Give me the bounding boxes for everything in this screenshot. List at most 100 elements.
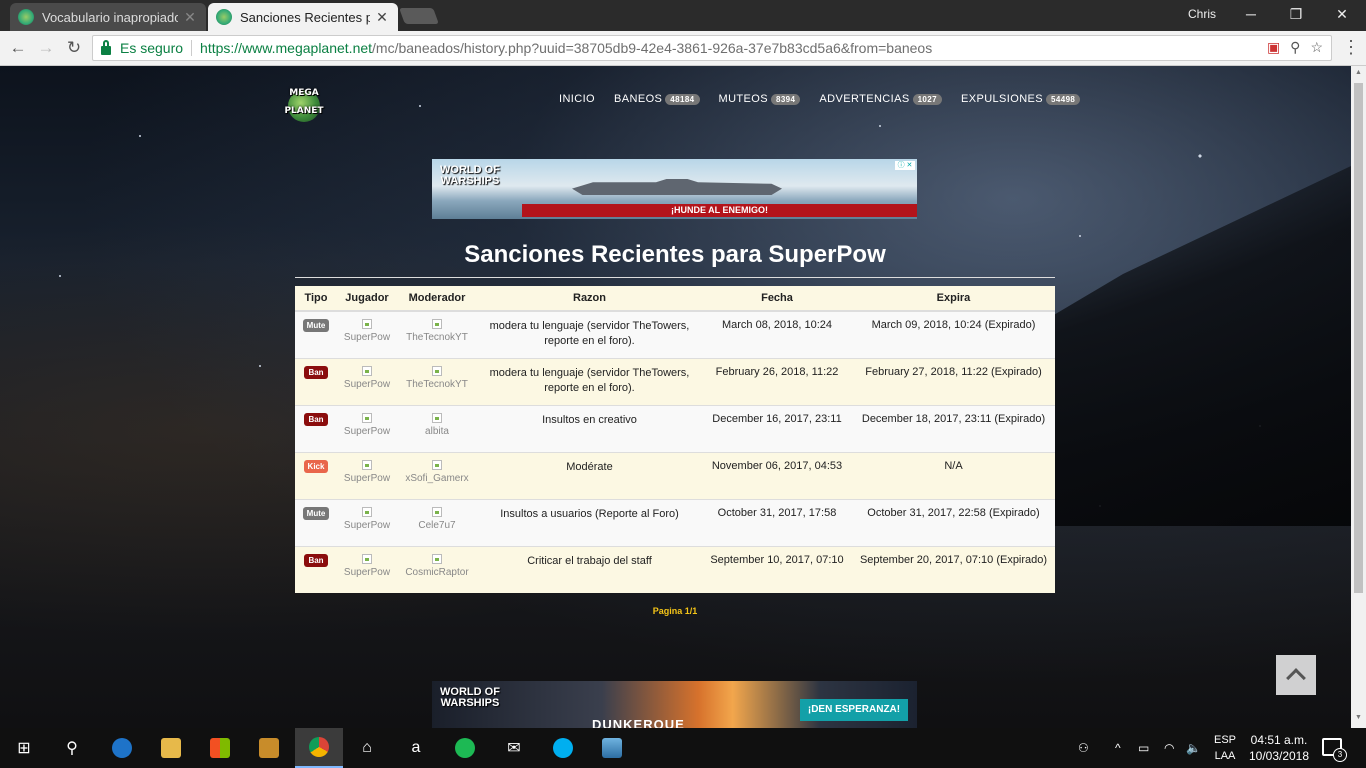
type-cell: Ban (295, 357, 337, 405)
type-label: Mute (302, 506, 330, 520)
player-name: SuperPow (343, 378, 391, 390)
new-tab-button[interactable] (399, 8, 439, 24)
blocked-popup-icon[interactable]: ▣ (1267, 39, 1280, 56)
type-cell: Mute (295, 310, 337, 358)
file-explorer-icon[interactable] (157, 734, 185, 762)
player-cell[interactable]: SuperPow (337, 357, 397, 405)
minimize-icon[interactable]: ─ (1231, 3, 1271, 25)
table-header-row: Tipo Jugador Moderador Razon Fecha Expir… (295, 286, 1055, 312)
type-label: Ban (304, 365, 328, 379)
home-icon[interactable]: ⌂ (353, 734, 381, 762)
player-cell[interactable]: SuperPow (337, 310, 397, 358)
moderator-cell[interactable]: TheTecnokYT (397, 310, 477, 358)
reason-cell: modera tu lenguaje (servidor TheTowers, … (477, 310, 702, 358)
browser-menu-icon[interactable]: ⋮ (1342, 37, 1360, 58)
expires-cell: February 27, 2018, 11:22 (Expirado) (852, 357, 1055, 405)
player-name: SuperPow (343, 519, 391, 531)
amazon-icon[interactable]: a (402, 734, 430, 762)
people-icon[interactable]: ⚇ (1078, 728, 1089, 768)
search-icon[interactable]: ⚲ (58, 734, 86, 762)
profile-name[interactable]: Chris (1188, 7, 1216, 21)
moderator-name: TheTecnokYT (406, 332, 468, 343)
edge-icon[interactable] (108, 734, 136, 762)
spotify-icon[interactable] (451, 734, 479, 762)
nav-expulsiones[interactable]: EXPULSIONES 54498 (960, 93, 1081, 105)
volume-icon[interactable]: 🔈 (1186, 728, 1201, 768)
skype-icon[interactable] (549, 734, 577, 762)
ad-logo: WORLD OF WARSHIPS (440, 686, 500, 709)
player-avatar (362, 365, 372, 376)
type-cell: Ban (295, 545, 337, 593)
show-hidden-icons[interactable]: ^ (1115, 728, 1121, 768)
zoom-icon[interactable]: ⚲ (1290, 39, 1300, 56)
ad-logo: WORLD OF WARSHIPS (440, 164, 500, 187)
chrome-icon[interactable] (295, 728, 343, 768)
ad-slogan: ¡HUNDE AL ENEMIGO! (522, 204, 917, 217)
nav-baneos[interactable]: BANEOS 48184 (614, 93, 700, 105)
nav-advertencias[interactable]: ADVERTENCIAS 1027 (819, 93, 942, 105)
type-cell: Kick (295, 451, 337, 499)
omnibox-actions: ▣ ⚲ ☆ (1267, 39, 1323, 56)
moderator-cell[interactable]: xSofi_Gamerx (397, 451, 477, 499)
player-cell[interactable]: SuperPow (337, 451, 397, 499)
player-cell[interactable]: SuperPow (337, 545, 397, 593)
expires-cell: December 18, 2017, 23:11 (Expirado) (852, 404, 1055, 452)
address-bar[interactable]: Es seguro https://www.megaplanet.net/mc/… (92, 35, 1332, 61)
scroll-up-icon[interactable]: ▲ (1351, 69, 1366, 76)
moderator-cell[interactable]: Cele7u7 (397, 498, 477, 546)
forward-icon[interactable]: → (34, 37, 58, 59)
close-window-icon[interactable]: ✕ (1322, 3, 1362, 25)
ad-banner-top[interactable]: WORLD OF WARSHIPS ¡HUNDE AL ENEMIGO! ⓘ ✕ (432, 159, 917, 219)
battery-icon[interactable]: ▭ (1138, 728, 1149, 768)
player-cell[interactable]: SuperPow (337, 498, 397, 546)
tab-title: Sanciones Recientes para (240, 9, 370, 25)
moderator-avatar (432, 553, 442, 564)
type-label: Ban (304, 553, 328, 567)
winrar-icon[interactable] (255, 734, 283, 762)
moderator-cell[interactable]: albita (397, 404, 477, 452)
browser-tab[interactable]: Vocabulario inapropiado ✕ (10, 3, 206, 31)
ad-cta-button[interactable]: ¡DEN ESPERANZA! (800, 699, 908, 721)
ad-banner-bottom[interactable]: WORLD OF WARSHIPS DUNKERQUE ¡DEN ESPERAN… (432, 681, 917, 728)
moderator-cell[interactable]: TheTecnokYT (397, 357, 477, 405)
windows-start-icon[interactable]: ⊞ (10, 734, 38, 762)
adchoices-icon[interactable]: ⓘ ✕ (895, 161, 915, 170)
player-cell[interactable]: SuperPow (337, 404, 397, 452)
scroll-thumb[interactable] (1354, 83, 1363, 593)
page-title: Sanciones Recientes para SuperPow (464, 241, 886, 268)
system-clock[interactable]: 04:51 a.m. 10/03/2018 (1248, 732, 1310, 764)
browser-tab-active[interactable]: Sanciones Recientes para ✕ (208, 3, 398, 31)
reload-icon[interactable]: ↻ (62, 37, 86, 59)
page-scrollbar[interactable]: ▲ ▼ (1351, 66, 1366, 728)
nav-label: MUTEOS (718, 93, 768, 105)
language-indicator[interactable]: ESP LAA (1212, 732, 1238, 764)
player-avatar (362, 319, 372, 329)
nav-label: EXPULSIONES (960, 93, 1044, 105)
tab-title: Vocabulario inapropiado (42, 9, 178, 25)
store-icon[interactable] (206, 734, 234, 762)
player-name: SuperPow (343, 332, 391, 343)
site-navigation: INICIO BANEOS 48184 MUTEOS 8394 ADVERTENCI… (559, 93, 1081, 105)
column-header: Fecha (702, 286, 852, 312)
back-to-top-button[interactable] (1276, 655, 1316, 695)
keyboard-layout: LAA (1214, 750, 1236, 762)
table-row: Ban SuperPow TheTecnokYT modera tu lenguaje… (295, 357, 1055, 405)
close-tab-icon[interactable]: ✕ (374, 9, 390, 26)
reason-cell: Insultos en creativo (477, 404, 702, 452)
photos-icon[interactable] (598, 734, 626, 762)
date-cell: September 10, 2017, 07:10 (702, 545, 852, 593)
site-logo[interactable]: MEGA PLANET (282, 84, 326, 124)
mail-icon[interactable]: ✉ (500, 734, 528, 762)
wifi-icon[interactable]: ◠ (1164, 728, 1174, 768)
restore-icon[interactable]: ❐ (1276, 3, 1316, 25)
back-icon[interactable]: ← (6, 37, 30, 59)
scroll-down-icon[interactable]: ▼ (1351, 714, 1366, 721)
bookmark-star-icon[interactable]: ☆ (1310, 39, 1323, 56)
column-header: Tipo (295, 286, 337, 312)
moderator-cell[interactable]: CosmicRaptor (397, 545, 477, 593)
nav-label: BANEOS (614, 93, 663, 105)
player-name: SuperPow (343, 566, 391, 578)
nav-inicio[interactable]: INICIO (559, 93, 595, 105)
nav-muteos[interactable]: MUTEOS 8394 (719, 93, 801, 105)
close-tab-icon[interactable]: ✕ (182, 9, 198, 26)
